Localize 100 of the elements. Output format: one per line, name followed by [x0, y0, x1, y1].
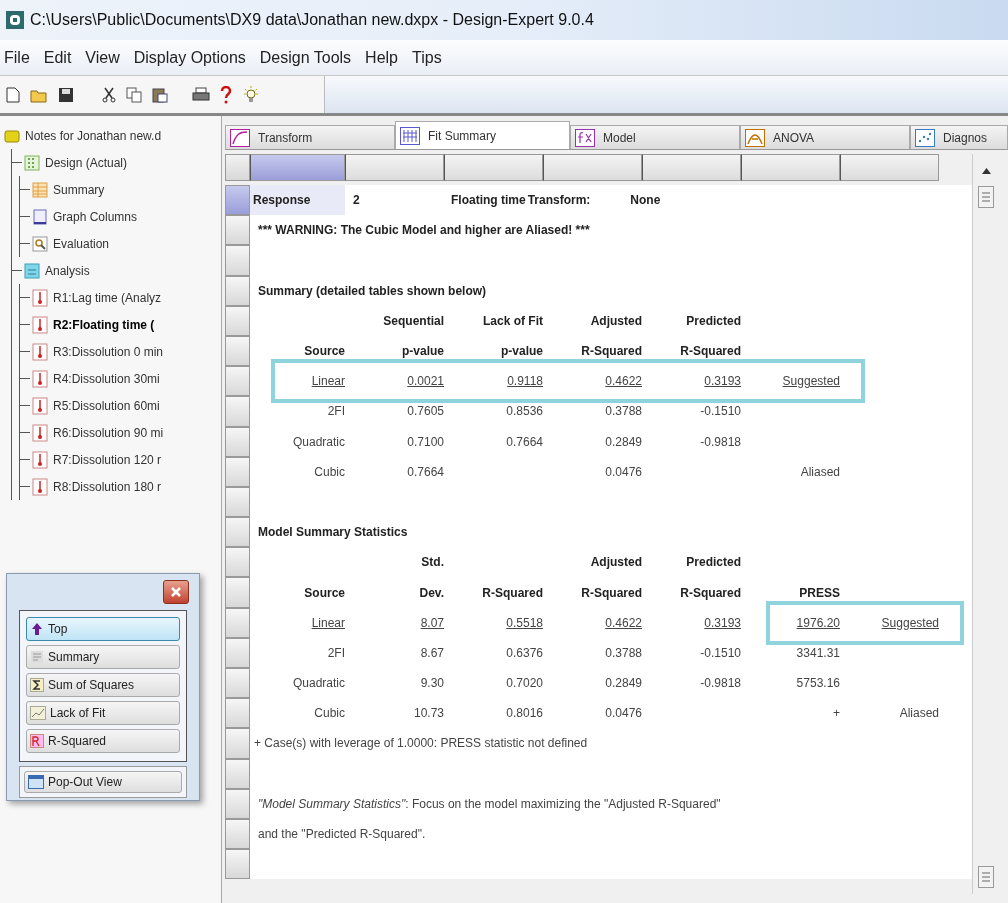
tree-item[interactable]: R6:Dissolution 90 mi — [53, 423, 164, 442]
row-header — [225, 245, 250, 276]
cell-link[interactable]: 0.4622 — [605, 613, 642, 632]
tab[interactable]: Fit Summary — [395, 121, 570, 149]
menu-item[interactable]: Edit — [43, 45, 72, 70]
table-cell-text: Cubic — [314, 705, 345, 723]
scroll-thumb-icon[interactable] — [978, 866, 994, 888]
section-title: Summary (detailed tables shown below) — [258, 282, 487, 300]
row-header — [225, 305, 250, 336]
tree-item[interactable]: R1:Lag time (Analyz — [53, 288, 162, 307]
magnifier-icon — [32, 235, 48, 252]
cell-link[interactable]: 0.4622 — [605, 372, 642, 391]
table-cell-text: 0.7664 — [506, 433, 543, 451]
thermometer-icon — [32, 315, 48, 334]
cell-link[interactable]: 0.9118 — [507, 372, 543, 391]
cell-link[interactable]: 0.3193 — [704, 613, 741, 632]
tree-item[interactable]: R5:Dissolution 60mi — [53, 396, 160, 415]
transform-label: Transform: — [527, 192, 591, 210]
row-header — [225, 366, 250, 397]
cell-link[interactable]: Linear — [311, 613, 345, 632]
up-arrow-icon — [30, 622, 44, 636]
cell-link[interactable]: Suggested — [782, 372, 840, 391]
table-cell-text: 0.3788 — [605, 644, 642, 662]
cell-link[interactable]: 8.07 — [420, 613, 444, 632]
cell-link[interactable]: 0.0021 — [407, 372, 444, 391]
table-cell-text: 0.2849 — [605, 433, 642, 451]
line-chart-icon — [30, 706, 46, 720]
row-header — [225, 818, 250, 850]
tab[interactable]: Diagnos — [910, 125, 1008, 149]
column-header: PRESS — [799, 584, 840, 602]
scroll-thumb-icon[interactable] — [978, 186, 994, 208]
app-logo-icon — [6, 11, 24, 29]
help-icon[interactable] — [220, 85, 232, 104]
column-header: Std. — [421, 554, 444, 572]
tree-item[interactable]: R2:Floating time ( — [53, 315, 155, 334]
response-label: Response — [250, 185, 345, 216]
menu-item[interactable]: Display Options — [133, 45, 246, 70]
table-cell-text: -0.9818 — [700, 675, 741, 693]
cut-icon[interactable] — [102, 86, 116, 103]
tree-item[interactable]: Design (Actual) — [45, 153, 128, 172]
table-cell-text: 0.0476 — [605, 463, 642, 481]
column-header: p-value — [501, 343, 543, 361]
anova-icon — [745, 128, 765, 147]
copy-icon[interactable] — [126, 86, 142, 103]
pop-out-button[interactable]: Pop-Out View — [24, 771, 182, 793]
analysis-icon — [24, 262, 40, 279]
menu-item[interactable]: Help — [365, 45, 398, 70]
tab[interactable]: Transform — [225, 125, 395, 149]
printer-icon[interactable] — [192, 86, 210, 103]
tree-item[interactable]: Evaluation — [53, 234, 110, 253]
tree-item[interactable]: R8:Dissolution 180 r — [53, 477, 162, 496]
table-cell-text: 0.3788 — [605, 403, 642, 421]
thermometer-icon — [32, 288, 48, 307]
row-header — [225, 335, 250, 367]
nav-button[interactable]: R-Squared — [26, 729, 180, 753]
nav-button[interactable]: Lack of Fit — [26, 701, 180, 725]
tab[interactable]: Model — [570, 125, 740, 149]
cell-link[interactable]: 0.5518 — [506, 613, 543, 632]
cell-link[interactable]: Linear — [311, 372, 345, 391]
table-cell-text: Cubic — [314, 463, 345, 481]
cell-link[interactable]: 1976.20 — [796, 613, 840, 632]
grid-icon — [24, 154, 40, 171]
table-cell-text: 0.6376 — [506, 644, 543, 662]
tree-item[interactable]: Notes for Jonathan new.d — [25, 126, 162, 145]
column-header: R-Squared — [581, 584, 642, 602]
cell-link[interactable]: 0.3193 — [704, 372, 741, 391]
tree-item[interactable]: R4:Dissolution 30mi — [53, 369, 160, 388]
table-cell-text: 0.7605 — [407, 403, 444, 421]
table-cell-text: -0.1510 — [700, 644, 741, 662]
menu-item[interactable]: File — [4, 45, 30, 70]
menu-item[interactable]: Tips — [412, 45, 442, 70]
row-header — [225, 668, 250, 699]
column-header: p-value — [402, 343, 444, 361]
table-cell-text: 8.67 — [420, 644, 444, 662]
row-header — [225, 758, 250, 789]
table-cell-text: 5753.16 — [796, 675, 840, 693]
menu-item[interactable]: View — [85, 45, 120, 70]
menu-item[interactable]: Design Tools — [259, 45, 352, 70]
row-header — [225, 698, 250, 729]
tree-item[interactable]: R7:Dissolution 120 r — [53, 450, 162, 469]
row-header — [225, 185, 250, 216]
nav-button[interactable]: Top — [26, 617, 180, 641]
row-header — [225, 547, 250, 578]
tree-item[interactable]: R3:Dissolution 0 min — [53, 342, 164, 361]
nav-button[interactable]: Sum of Squares — [26, 673, 180, 697]
scroll-up-icon[interactable] — [981, 168, 991, 174]
cell-link[interactable]: Suggested — [881, 613, 939, 632]
paste-icon[interactable] — [152, 86, 168, 103]
save-icon[interactable] — [58, 86, 74, 103]
tree-item[interactable]: Summary — [53, 180, 105, 199]
tree-item[interactable]: Analysis — [45, 261, 90, 280]
table-cell-text: + — [833, 705, 840, 723]
scatter-icon — [915, 128, 935, 147]
note-text: "Model Summary Statistics": Focus on the model maximizing the "Adjusted R-Squared" — [258, 795, 721, 813]
new-file-icon[interactable] — [6, 86, 20, 103]
tree-item[interactable]: Graph Columns — [53, 207, 138, 226]
nav-button[interactable]: Summary — [26, 645, 180, 669]
lightbulb-icon[interactable] — [242, 85, 260, 104]
close-button[interactable] — [163, 580, 189, 604]
tab[interactable]: ANOVA — [740, 125, 910, 149]
